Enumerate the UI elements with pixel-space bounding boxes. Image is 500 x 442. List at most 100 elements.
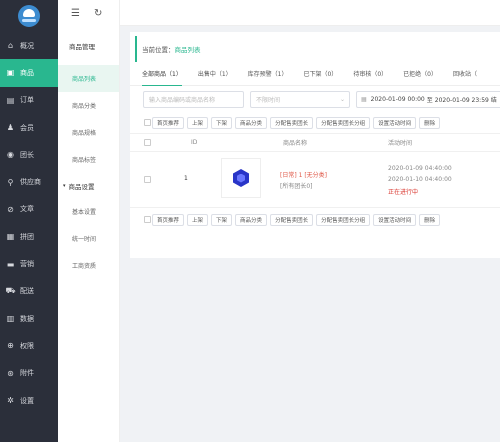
- sub-sidebar: ☰ ↻ 商品管理 商品列表 商品分类 商品规格 商品标签 ▾ 商品设置 基本设置…: [58, 0, 120, 442]
- sidebar-item-group[interactable]: ▦ 拼团: [0, 223, 58, 250]
- sub-item-goods-category[interactable]: 商品分类: [58, 92, 119, 119]
- table-row: 1 [日常] 1 [无分类] [所有团长0] 2020-01-09 04:40:…: [130, 152, 500, 208]
- assign-leader-group-button[interactable]: 分配售卖团长分组: [316, 116, 371, 129]
- caret-down-icon: ▾: [63, 182, 66, 189]
- sidebar-item-attachment[interactable]: ⊛ 附件: [0, 360, 58, 387]
- delete-button[interactable]: 删除: [419, 116, 441, 129]
- top-bar: [120, 0, 500, 26]
- permission-icon: ⊕: [7, 341, 14, 351]
- sidebar-item-label: 会员: [20, 123, 34, 132]
- assign-leader-button[interactable]: 分配售卖团长: [270, 116, 314, 129]
- on-shelf-button-bottom[interactable]: 上架: [187, 214, 209, 226]
- bulk-action-bar-bottom: 首页推荐 上架 下架 商品分类 分配售卖团长 分配售卖团长分组 设置活动时间 删…: [130, 208, 500, 232]
- order-icon: ▤: [6, 95, 15, 105]
- goods-name-line1[interactable]: [日常] 1 [无分类]: [280, 170, 327, 179]
- sidebar-item-delivery[interactable]: ⛟ 配送: [0, 278, 58, 305]
- logo-badge-icon: [18, 5, 40, 27]
- breadcrumb-current[interactable]: 商品列表: [175, 44, 201, 54]
- date-separator: 至: [426, 97, 433, 104]
- tab-off-shelf[interactable]: 已下架（0）: [303, 62, 337, 86]
- tab-pending-review[interactable]: 待审核（0）: [353, 62, 387, 86]
- on-shelf-button[interactable]: 上架: [187, 116, 209, 129]
- sub-item-goods-list[interactable]: 商品列表: [58, 65, 119, 92]
- logo[interactable]: [0, 0, 58, 32]
- recommend-button-bottom[interactable]: 首页推荐: [152, 214, 185, 226]
- status-tabs: 全部商品（1） 出售中（1） 库存预警（1） 已下架（0） 待审核（0） 已拒绝…: [130, 62, 500, 86]
- leader-icon: ◉: [7, 150, 14, 160]
- activity-start-time: 2020-01-09 04:40:00: [388, 165, 452, 172]
- sub-group-goods-settings[interactable]: ▾ 商品设置: [58, 173, 119, 198]
- goods-icon: ▣: [6, 68, 15, 78]
- breadcrumb: 当前位置： 商品列表: [135, 36, 500, 62]
- sub-item-business-license[interactable]: 工商资质: [58, 252, 119, 279]
- off-shelf-button[interactable]: 下架: [211, 116, 233, 129]
- product-hex-icon: [233, 169, 249, 187]
- sidebar-item-settings[interactable]: ✲ 设置: [0, 387, 58, 414]
- sub-item-basic-settings[interactable]: 基本设置: [58, 198, 119, 225]
- sidebar-item-label: 概况: [20, 41, 34, 50]
- attachment-icon: ⊛: [7, 368, 14, 378]
- row-checkbox[interactable]: [144, 176, 151, 183]
- sub-group-label: 商品设置: [68, 182, 95, 191]
- sidebar-item-supplier[interactable]: ⚲ 供应商: [0, 168, 58, 195]
- assign-leader-group-button-bottom[interactable]: 分配售卖团长分组: [316, 214, 371, 226]
- sidebar-item-permission[interactable]: ⊕ 权限: [0, 332, 58, 359]
- sub-toolbar: ☰ ↻: [58, 0, 119, 26]
- sidebar-item-label: 商品: [20, 68, 34, 77]
- goods-thumbnail[interactable]: [221, 158, 261, 198]
- search-input[interactable]: 输入商品编码或商品名称: [143, 91, 244, 108]
- sidebar-item-label: 供应商: [20, 178, 41, 187]
- sidebar-item-data[interactable]: ▥ 数据: [0, 305, 58, 332]
- collapse-menu-icon[interactable]: ☰: [71, 8, 80, 19]
- category-button-bottom[interactable]: 商品分类: [235, 214, 268, 226]
- sub-item-goods-spec[interactable]: 商品规格: [58, 119, 119, 146]
- sub-menu-title: 商品管理: [69, 42, 95, 51]
- date-range-picker[interactable]: ▦ 2020-01-09 00:00 至 2020-01-09 23:59 结: [356, 91, 500, 108]
- activity-status: 正在进行中: [388, 189, 419, 196]
- tab-all[interactable]: 全部商品（1）: [142, 62, 182, 86]
- bulk-action-bar-top: 首页推荐 上架 下架 商品分类 分配售卖团长 分配售卖团长分组 设置活动时间 删…: [130, 112, 500, 134]
- recommend-button[interactable]: 首页推荐: [152, 116, 185, 129]
- date-end: 2020-01-09 23:59 结: [434, 97, 497, 104]
- activity-end-time: 2020-01-10 04:40:00: [388, 176, 452, 183]
- group-icon: ▦: [6, 232, 15, 242]
- tab-recycle-bin[interactable]: 回收站（: [453, 62, 477, 86]
- marketing-icon: ▬: [6, 259, 15, 269]
- sub-item-unified-time[interactable]: 统一时间: [58, 225, 119, 252]
- sidebar-item-article[interactable]: ⊘ 文章: [0, 196, 58, 223]
- sidebar-item-goods[interactable]: ▣ 商品: [0, 59, 58, 87]
- header-checkbox[interactable]: [144, 139, 151, 146]
- sidebar-item-order[interactable]: ▤ 订单: [0, 87, 58, 114]
- sidebar-item-marketing[interactable]: ▬ 营销: [0, 250, 58, 277]
- delivery-icon: ⛟: [5, 286, 16, 296]
- tab-on-sale[interactable]: 出售中（1）: [198, 62, 232, 86]
- sidebar-item-label: 文章: [20, 205, 34, 214]
- set-activity-time-button[interactable]: 设置活动时间: [373, 116, 417, 129]
- sidebar-item-label: 附件: [20, 369, 34, 378]
- category-button[interactable]: 商品分类: [235, 116, 268, 129]
- column-activity-time: 活动时间: [388, 140, 413, 147]
- delete-button-bottom[interactable]: 删除: [419, 214, 441, 226]
- calendar-icon: ▦: [361, 96, 367, 103]
- article-icon: ⊘: [7, 204, 14, 214]
- sidebar-item-user[interactable]: ♟ 会员: [0, 114, 58, 141]
- time-select[interactable]: 不限时间 ⌄: [250, 91, 350, 108]
- tab-stock-warning[interactable]: 库存预警（1）: [248, 62, 288, 86]
- table-header: ID 商品名称 活动时间: [130, 134, 500, 152]
- off-shelf-button-bottom[interactable]: 下架: [211, 214, 233, 226]
- select-all-checkbox-bottom[interactable]: [144, 216, 151, 223]
- tab-rejected[interactable]: 已拒绝（0）: [403, 62, 437, 86]
- sidebar-item-label: 拼团: [20, 232, 34, 241]
- main-content: 当前位置： 商品列表 全部商品（1） 出售中（1） 库存预警（1） 已下架（0）…: [120, 0, 500, 442]
- column-id: ID: [191, 139, 198, 146]
- sidebar-item-home[interactable]: ⌂ 概况: [0, 32, 58, 59]
- select-all-checkbox[interactable]: [144, 119, 151, 126]
- assign-leader-button-bottom[interactable]: 分配售卖团长: [270, 214, 314, 226]
- sidebar-item-leader[interactable]: ◉ 团长: [0, 141, 58, 168]
- refresh-icon[interactable]: ↻: [94, 8, 102, 19]
- sidebar-item-label: 数据: [20, 314, 34, 323]
- goods-name-line2: [所有团长0]: [280, 183, 313, 190]
- sub-item-goods-tag[interactable]: 商品标签: [58, 146, 119, 173]
- set-activity-time-button-bottom[interactable]: 设置活动时间: [373, 214, 417, 226]
- breadcrumb-prefix: 当前位置：: [142, 46, 175, 54]
